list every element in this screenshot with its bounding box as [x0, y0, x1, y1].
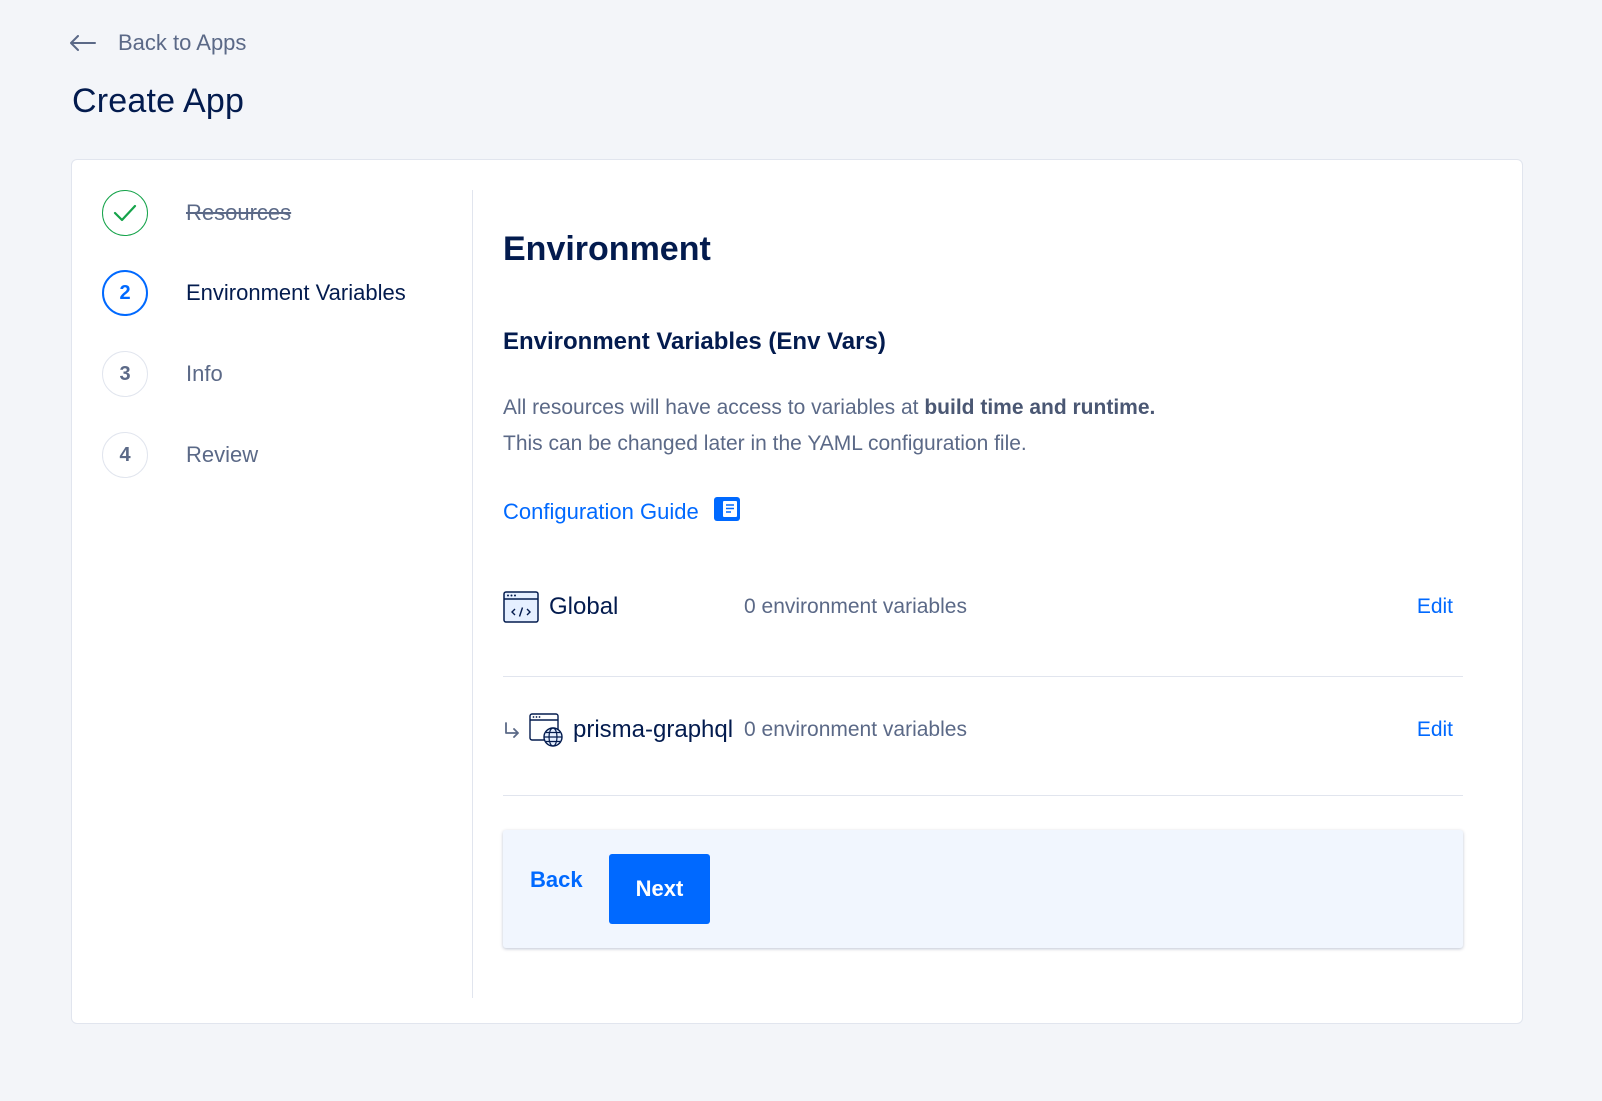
- configuration-guide-link[interactable]: Configuration Guide: [503, 496, 741, 528]
- arrow-left-icon: [70, 35, 96, 51]
- edit-service-button[interactable]: Edit: [1417, 718, 1453, 742]
- env-scope-name: Global: [549, 593, 619, 620]
- create-app-card: Resources 2 Environment Variables 3 Info…: [71, 159, 1523, 1024]
- step-number: 3: [102, 351, 148, 397]
- guide-label: Configuration Guide: [503, 499, 699, 524]
- subdirectory-arrow-icon: [503, 721, 521, 739]
- step-number: 4: [102, 432, 148, 478]
- back-to-apps-label: Back to Apps: [118, 30, 247, 55]
- env-var-count: 0 environment variables: [744, 595, 967, 618]
- step-review[interactable]: 4 Review: [102, 432, 258, 478]
- env-row-global: Global 0 environment variables Edit: [503, 572, 1463, 642]
- step-label: Resources: [186, 200, 292, 225]
- row-divider: [503, 676, 1463, 677]
- step-info[interactable]: 3 Info: [102, 351, 223, 397]
- description-text: All resources will have access to variab…: [503, 396, 925, 419]
- wizard-footer: Back Next: [503, 830, 1463, 948]
- check-circle-icon: [102, 190, 148, 236]
- edit-global-button[interactable]: Edit: [1417, 595, 1453, 619]
- env-row-prisma-graphql: prisma-graphql 0 environment variables E…: [503, 695, 1463, 765]
- env-vars-description: All resources will have access to variab…: [503, 390, 1155, 462]
- step-label: Review: [186, 442, 259, 467]
- next-button[interactable]: Next: [609, 854, 710, 924]
- vertical-divider: [472, 190, 473, 998]
- step-label: Info: [186, 361, 223, 386]
- back-button[interactable]: Back: [530, 867, 583, 893]
- back-to-apps-link[interactable]: Back to Apps: [70, 30, 246, 56]
- document-icon: [713, 496, 741, 528]
- description-text: This can be changed later in the YAML co…: [503, 432, 1027, 455]
- section-title: Environment: [503, 230, 711, 268]
- env-vars-subtitle: Environment Variables (Env Vars): [503, 328, 886, 355]
- service-name: prisma-graphql: [573, 716, 734, 743]
- row-divider: [503, 795, 1463, 796]
- page-title: Create App: [72, 82, 245, 120]
- step-resources[interactable]: Resources: [102, 190, 291, 236]
- code-window-icon: [503, 591, 539, 623]
- web-service-icon: [529, 713, 563, 747]
- step-number: 2: [102, 270, 148, 316]
- step-label: Environment Variables: [186, 280, 406, 305]
- description-emphasis: build time and runtime.: [924, 396, 1156, 419]
- env-var-count: 0 environment variables: [744, 718, 967, 741]
- step-environment-variables[interactable]: 2 Environment Variables: [102, 270, 406, 316]
